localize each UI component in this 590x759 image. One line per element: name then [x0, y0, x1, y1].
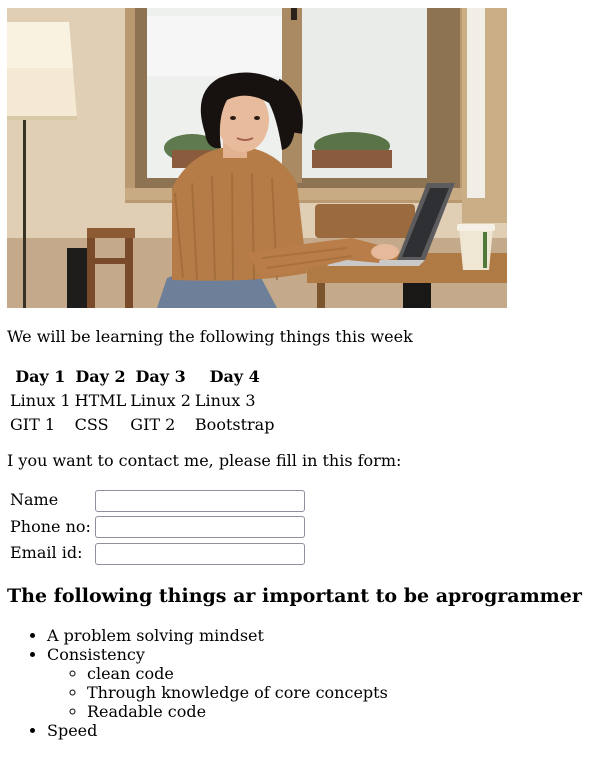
- schedule-cell: Linux 1: [10, 391, 71, 410]
- consistency-sublist: clean code Through knowledge of core con…: [47, 664, 388, 721]
- form-row-email: Email id:: [9, 541, 306, 566]
- phone-label: Phone no:: [10, 516, 91, 536]
- sub-list-item: clean code: [87, 664, 388, 683]
- table-row: Linux 1 HTML Linux 2 Linux 3: [9, 390, 275, 412]
- email-field-cell: [94, 541, 306, 566]
- list-item-consistency: Consistency clean code Through knowledge…: [47, 645, 388, 721]
- schedule-table: Day 1 Day 2 Day 3 Day 4 Linux 1 HTML Lin…: [7, 364, 277, 438]
- skills-list: A problem solving mindset Consistency cl…: [7, 626, 388, 740]
- schedule-cell: Linux 3: [194, 391, 256, 410]
- name-label: Name: [10, 490, 59, 510]
- schedule-cell: Bootstrap: [194, 415, 275, 434]
- schedule-cell: GIT 2: [130, 415, 176, 434]
- email-label: Email id:: [10, 543, 83, 563]
- schedule-header-cell: Day 2: [75, 367, 126, 386]
- phone-field-cell: [94, 515, 306, 540]
- hero-photo: [7, 8, 507, 308]
- sub-list-item: Readable code: [87, 702, 388, 721]
- schedule-header-cell: Day 4: [209, 367, 260, 386]
- form-row-phone: Phone no:: [9, 515, 306, 540]
- email-field[interactable]: [94, 542, 305, 565]
- schedule-header-row: Day 1 Day 2 Day 3 Day 4: [9, 366, 275, 388]
- contact-text: I you want to contact me, please fill in…: [7, 451, 402, 470]
- schedule-header-cell: Day 3: [135, 367, 186, 386]
- section-heading: The following things ar important to be …: [7, 585, 582, 607]
- schedule-cell: HTML: [74, 391, 127, 410]
- sub-list-item: Through knowledge of core concepts: [87, 683, 388, 702]
- schedule-cell: GIT 1: [10, 415, 56, 434]
- name-field[interactable]: [94, 489, 305, 512]
- list-item-label: Consistency: [47, 645, 145, 664]
- name-field-cell: [94, 488, 306, 513]
- phone-field[interactable]: [94, 516, 305, 538]
- list-item: Speed: [47, 721, 388, 740]
- schedule-cell: Linux 2: [130, 391, 191, 410]
- contact-form: Name Phone no: Email id:: [7, 486, 308, 568]
- form-row-name: Name: [9, 488, 306, 513]
- table-row: GIT 1 CSS GIT 2 Bootstrap: [9, 414, 275, 436]
- schedule-header-cell: Day 1: [15, 367, 66, 386]
- intro-text: We will be learning the following things…: [7, 327, 413, 346]
- list-item: A problem solving mindset: [47, 626, 388, 645]
- schedule-cell: CSS: [74, 415, 109, 434]
